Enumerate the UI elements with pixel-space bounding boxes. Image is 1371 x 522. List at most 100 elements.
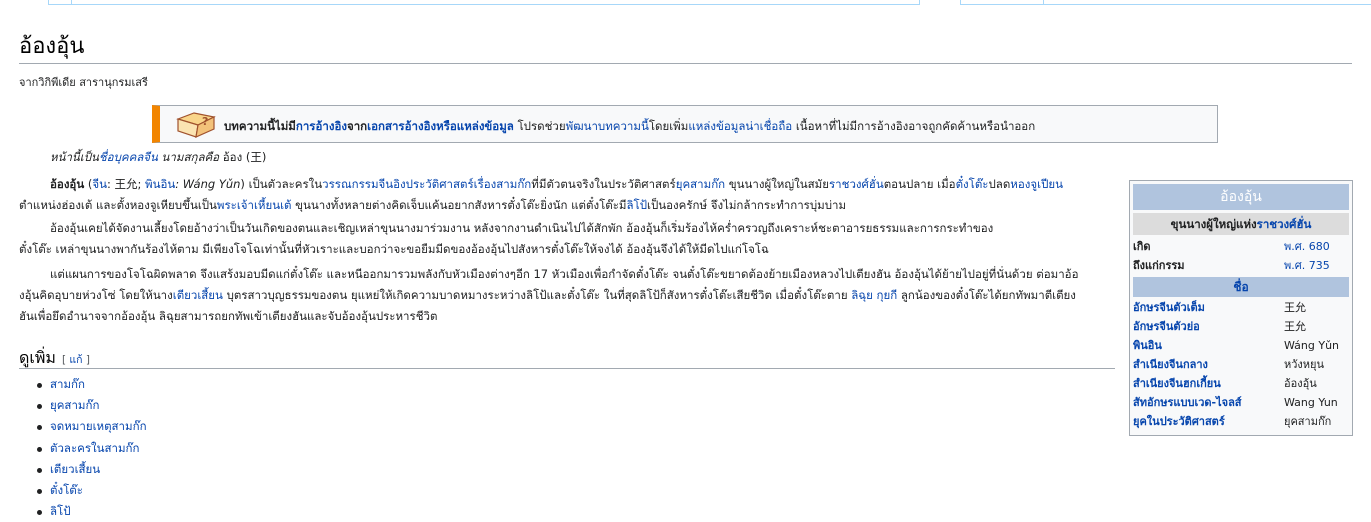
- infobox-label-link[interactable]: สำเนียงจีนกลาง: [1133, 355, 1208, 374]
- link-diaochan[interactable]: เตียวเสี้ยน: [173, 288, 223, 302]
- section-divider: [19, 368, 1115, 369]
- page-tabs-left[interactable]: [48, 0, 920, 5]
- see-also-link[interactable]: เตียวเสี้ยน: [50, 462, 100, 476]
- hatnote-text: หน้านี้เป็น: [50, 150, 99, 164]
- infobox-label: เกิด: [1133, 240, 1151, 253]
- text: งอุ้นคิดอุบายห่วงโซ่ โดยให้นาง: [19, 288, 173, 302]
- see-also-link[interactable]: ตั๋งโต๊ะ: [50, 483, 83, 497]
- svg-text:?: ?: [202, 115, 208, 128]
- see-also-list: สามก๊ก ยุคสามก๊ก จดหมายเหตุสามก๊ก ตัวละค…: [37, 374, 147, 522]
- notice-text: โดยเพิ่ม: [648, 119, 689, 133]
- notice-link-improve[interactable]: พัฒนาบทความนี้: [566, 119, 649, 133]
- infobox-value: Wáng Yǔn: [1284, 339, 1340, 352]
- infobox-value-link[interactable]: พ.ศ. 680: [1284, 237, 1330, 256]
- edit-section-link[interactable]: [ แก้ ]: [62, 354, 90, 366]
- link-han[interactable]: ราชวงศ์ฮั่น: [829, 177, 884, 191]
- text: ที่มีตัวตนจริงในประวัติศาสตร์: [531, 177, 676, 191]
- infobox-value-link[interactable]: พ.ศ. 735: [1284, 256, 1330, 275]
- list-item: จดหมายเหตุสามก๊ก: [37, 416, 147, 437]
- title-divider: [19, 63, 1352, 64]
- notice-text: จาก: [346, 119, 368, 133]
- infobox-row-died: ถึงแก่กรรม พ.ศ. 735: [1133, 256, 1349, 275]
- article-paragraph-3: แต่แผนการของโจโฉผิดพลาด จึงแสร้งมอบมีดแก…: [19, 264, 1115, 327]
- notice-message: บทความนี้ไม่มีการอ้างอิงจากเอกสารอ้างอิง…: [224, 118, 1035, 136]
- article-paragraph-1: อ้องอุ้น (จีน: 王允; พินอิน: Wáng Yǔn) เป็…: [19, 174, 1115, 216]
- link-lijue[interactable]: ลิฉุย: [851, 288, 873, 302]
- site-tagline: จากวิกิพีเดีย สารานุกรมเสรี: [19, 76, 148, 89]
- list-item: สามก๊ก: [37, 374, 147, 395]
- infobox: อ้องอุ้น ขุนนางผู้ใหญ่แห่งราชวงศ์ฮั่น เก…: [1129, 180, 1353, 436]
- text: : 王允;: [106, 177, 146, 191]
- infobox-label-link[interactable]: สำเนียงจีนฮกเกี้ยน: [1133, 374, 1221, 393]
- list-item: ลิโป้: [37, 501, 147, 522]
- see-also-link[interactable]: ยุคสามก๊ก: [50, 398, 99, 412]
- infobox-subtitle-link[interactable]: ราชวงศ์ฮั่น: [1257, 217, 1312, 231]
- page-tabs-right[interactable]: [960, 0, 1371, 5]
- text: ลูกน้องของตั๋งโต๊ะได้ยกทัพมาตีเตียง: [897, 288, 1076, 302]
- see-also-link[interactable]: สามก๊ก: [50, 377, 85, 391]
- infobox-label-link[interactable]: สัทอักษรแบบเวด-ไจลส์: [1133, 393, 1242, 412]
- link-pinyin[interactable]: พินอิน: [145, 177, 175, 191]
- notice-text: เนื้อหาที่ไม่มีการอ้างอิงอาจถูกคัดค้านหร…: [792, 119, 1036, 133]
- text: ตำแหน่งฮ่องเต้ และตั้งหองจูเหียบขึ้นเป็น: [19, 198, 217, 212]
- text: ตั๋งโต๊ะ เหล่าขุนนางพากันร้องไห้ตาม มีเพ…: [19, 242, 769, 256]
- tab-divider: [1043, 0, 1044, 4]
- notice-text: บทความนี้ไม่มี: [224, 119, 296, 133]
- infobox-row-name: สัทอักษรแบบเวด-ไจลส์ Wang Yun: [1133, 393, 1349, 412]
- section-title: ดูเพิ่ม: [19, 348, 56, 367]
- notice-text: โปรดช่วย: [513, 119, 566, 133]
- see-also-link[interactable]: จดหมายเหตุสามก๊ก: [50, 419, 147, 433]
- infobox-title: อ้องอุ้น: [1133, 184, 1349, 210]
- link-era[interactable]: ยุคสามก๊ก: [676, 177, 725, 191]
- text: ขุนนางผู้ใหญ่ในสมัย: [725, 177, 829, 191]
- infobox-value: หวังหยุน: [1284, 358, 1325, 371]
- notice-link-reliable[interactable]: แหล่งข้อมูลน่าเชื่อถือ: [688, 119, 792, 133]
- infobox-value: ยุคสามก๊ก: [1284, 415, 1332, 428]
- infobox-names-header: ชื่อ: [1133, 277, 1349, 297]
- link-chinese[interactable]: จีน: [92, 177, 107, 191]
- infobox-label-link[interactable]: อักษรจีนตัวย่อ: [1133, 317, 1200, 336]
- page-title: อ้องอุ้น: [19, 34, 85, 59]
- infobox-value: อ้องอุ้น: [1284, 377, 1317, 390]
- list-item: ตั๋งโต๊ะ: [37, 480, 147, 501]
- infobox-subtitle-text: ขุนนางผู้ใหญ่แห่ง: [1170, 217, 1257, 231]
- infobox-label-link[interactable]: อักษรจีนตัวเต็ม: [1133, 298, 1205, 317]
- book-question-icon: ?: [176, 112, 216, 139]
- link-lubu[interactable]: ลิโป้: [627, 198, 648, 212]
- pinyin-text: : Wáng Yǔn: [175, 177, 241, 191]
- subject-name: อ้องอุ้น: [50, 177, 85, 191]
- tab-divider: [71, 0, 72, 4]
- infobox-row-name: สำเนียงจีนฮกเกี้ยน อ้องอุ้น: [1133, 374, 1349, 393]
- infobox-label-link[interactable]: ยุคในประวัติศาสตร์: [1133, 412, 1225, 431]
- infobox-value: 王允: [1284, 301, 1306, 314]
- infobox-row-name: พินอิน Wáng Yǔn: [1133, 336, 1349, 355]
- see-also-link[interactable]: ลิโป้: [50, 504, 71, 518]
- edit-label[interactable]: แก้: [69, 354, 82, 366]
- text: เป็นองครักษ์ จึงไม่กล้ากระทำการบุ่มบ่าม: [647, 198, 847, 212]
- see-also-link[interactable]: ตัวละครในสามก๊ก: [50, 441, 139, 455]
- text: อ้องอุ้นเคยได้จัดงานเลี้ยงโดยอ้างว่าเป็น…: [50, 221, 994, 235]
- infobox-subtitle: ขุนนางผู้ใหญ่แห่งราชวงศ์ฮั่น: [1133, 213, 1349, 235]
- link-novel[interactable]: วรรณกรรมจีนอิงประวัติศาสตร์เรื่องสามก๊ก: [322, 177, 531, 191]
- link-shaodi[interactable]: หองจูเปียน: [1010, 177, 1063, 191]
- text: ฮันเพื่อยึดอำนาจจากอ้องอุ้น ลิฉุยสามารถย…: [19, 309, 438, 323]
- notice-link-sources[interactable]: เอกสารอ้างอิงหรือแหล่งข้อมูล: [367, 119, 514, 133]
- notice-link-citation[interactable]: การอ้างอิง: [296, 119, 347, 133]
- text: ขุนนางทั้งหลายต่างคิดเจ็บแค้นอยากสังหารต…: [291, 198, 627, 212]
- infobox-value: Wang Yun: [1284, 396, 1338, 409]
- infobox-row-name: อักษรจีนตัวเต็ม 王允: [1133, 298, 1349, 317]
- text: ) เป็นตัวละครใน: [240, 177, 323, 191]
- infobox-value: 王允: [1284, 320, 1306, 333]
- hatnote-text: นามสกุลคือ: [157, 150, 223, 164]
- link-xiandi[interactable]: พระเจ้าเหี้ยนเต้: [217, 198, 292, 212]
- text: ปลด: [988, 177, 1011, 191]
- link-guosi[interactable]: กุยกี: [877, 288, 898, 302]
- text: ตอนปลาย เมื่อ: [883, 177, 956, 191]
- infobox-label-link[interactable]: พินอิน: [1133, 336, 1162, 355]
- text: แต่แผนการของโจโฉผิดพลาด จึงแสร้งมอบมีดแก…: [50, 267, 1079, 281]
- link-dongzhuo[interactable]: ตั๋งโต๊ะ: [956, 177, 989, 191]
- infobox-row-name: อักษรจีนตัวย่อ 王允: [1133, 317, 1349, 336]
- infobox-row-name: ยุคในประวัติศาสตร์ ยุคสามก๊ก: [1133, 412, 1349, 431]
- hatnote-surname: อ้อง (王): [222, 150, 267, 164]
- hatnote-link[interactable]: ชื่อบุคคลจีน: [99, 150, 158, 164]
